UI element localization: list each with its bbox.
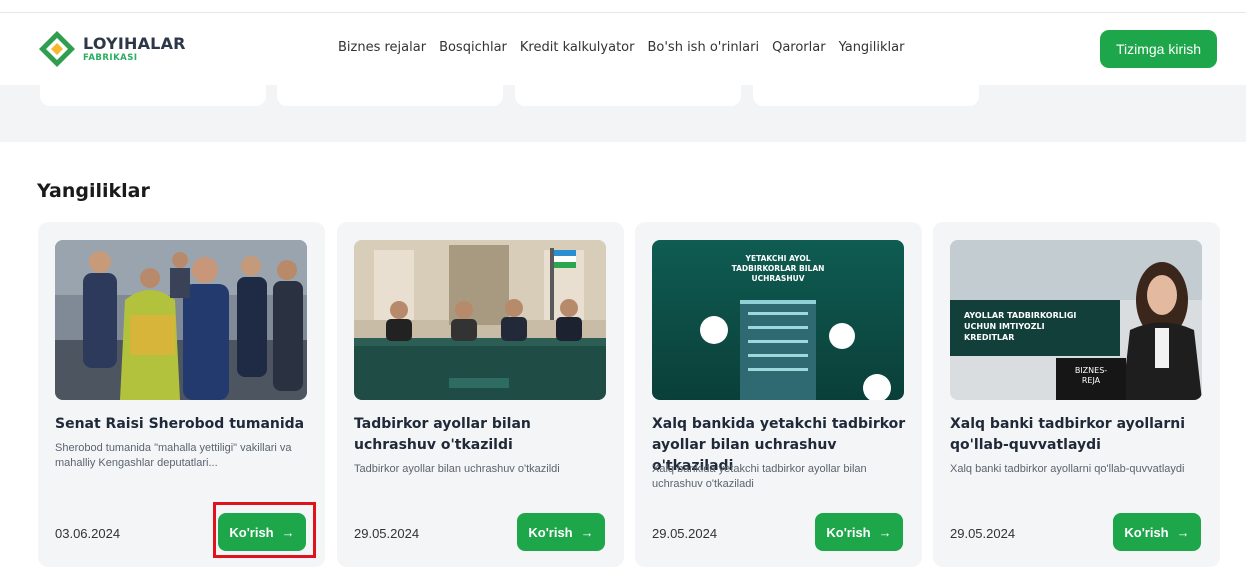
section-title: Yangiliklar (37, 180, 150, 202)
view-button-label: Ko'rish (1124, 524, 1169, 540)
logo-name: LOYIHALAR (83, 33, 186, 53)
nav-bosqichlar[interactable]: Bosqichlar (439, 40, 507, 55)
main-nav: Biznes rejalar Bosqichlar Kredit kalkuly… (338, 40, 917, 55)
logo-sub: FABRIKASI (83, 52, 138, 63)
nav-kredit-kalkulyator[interactable]: Kredit kalkulyator (520, 40, 635, 55)
news-image[interactable]: AYOLLAR TADBIRKORLIGI UCHUN IMTIYOZLI KR… (950, 240, 1202, 400)
news-title[interactable]: Senat Raisi Sherobod tumanida (55, 414, 310, 435)
news-date: 29.05.2024 (354, 526, 420, 541)
nav-yangiliklar[interactable]: Yangiliklar (839, 40, 905, 55)
arrow-right-icon: → (878, 524, 892, 540)
news-description: Xalq banki tadbirkor ayollarni qo'llab-q… (950, 463, 1185, 475)
arrow-right-icon: → (1176, 524, 1190, 540)
site-header: LOYIHALAR FABRIKASI Biznes rejalar Bosqi… (0, 13, 1246, 85)
image-caption: AYOLLAR TADBIRKORLIGI UCHUN IMTIYOZLI KR… (964, 311, 1077, 342)
news-description: Tadbirkor ayollar bilan uchrashuv o'tkaz… (354, 463, 560, 475)
highlight-box (213, 502, 316, 558)
news-date: 29.05.2024 (950, 526, 1016, 541)
logo-diamond-icon (39, 31, 75, 67)
news-date: 03.06.2024 (55, 526, 121, 541)
view-button[interactable]: Ko'rish → (1113, 513, 1201, 551)
previous-card (40, 85, 266, 106)
logo[interactable]: LOYIHALAR FABRIKASI (37, 29, 186, 69)
arrow-right-icon: → (580, 524, 594, 540)
nav-qarorlar[interactable]: Qarorlar (772, 40, 825, 55)
previous-card (515, 85, 741, 106)
news-title[interactable]: Tadbirkor ayollar bilan uchrashuv o'tkaz… (354, 414, 609, 456)
news-date: 29.05.2024 (652, 526, 718, 541)
view-button-label: Ko'rish (528, 524, 573, 540)
news-card[interactable]: Tadbirkor ayollar bilan uchrashuv o'tkaz… (337, 222, 624, 567)
image-caption: YETAKCHI AYOL TADBIRKORLAR BILAN UCHRASH… (731, 254, 825, 283)
news-image[interactable]: YETAKCHI AYOL TADBIRKORLAR BILAN UCHRASH… (652, 240, 904, 400)
previous-card (753, 85, 979, 106)
nav-bosh-ish-orinlari[interactable]: Bo'sh ish o'rinlari (647, 40, 759, 55)
view-button[interactable]: Ko'rish → (815, 513, 903, 551)
login-button[interactable]: Tizimga kirish (1100, 30, 1217, 68)
news-title[interactable]: Xalq banki tadbirkor ayollarni qo'llab-q… (950, 414, 1205, 456)
news-description: Xalq bankida yetakchi tadbirkor ayollar … (652, 463, 867, 490)
image-tag: BIZNES- REJA (1074, 366, 1108, 385)
news-image[interactable] (55, 240, 307, 400)
previous-card (277, 85, 503, 106)
news-image[interactable] (354, 240, 606, 400)
nav-biznes-rejalar[interactable]: Biznes rejalar (338, 40, 426, 55)
view-button-label: Ko'rish (826, 524, 871, 540)
view-button[interactable]: Ko'rish → (517, 513, 605, 551)
news-card[interactable]: AYOLLAR TADBIRKORLIGI UCHUN IMTIYOZLI KR… (933, 222, 1220, 567)
news-card[interactable]: YETAKCHI AYOL TADBIRKORLAR BILAN UCHRASH… (635, 222, 922, 567)
news-description: Sherobod tumanida "mahalla yettiligi" va… (55, 442, 292, 469)
